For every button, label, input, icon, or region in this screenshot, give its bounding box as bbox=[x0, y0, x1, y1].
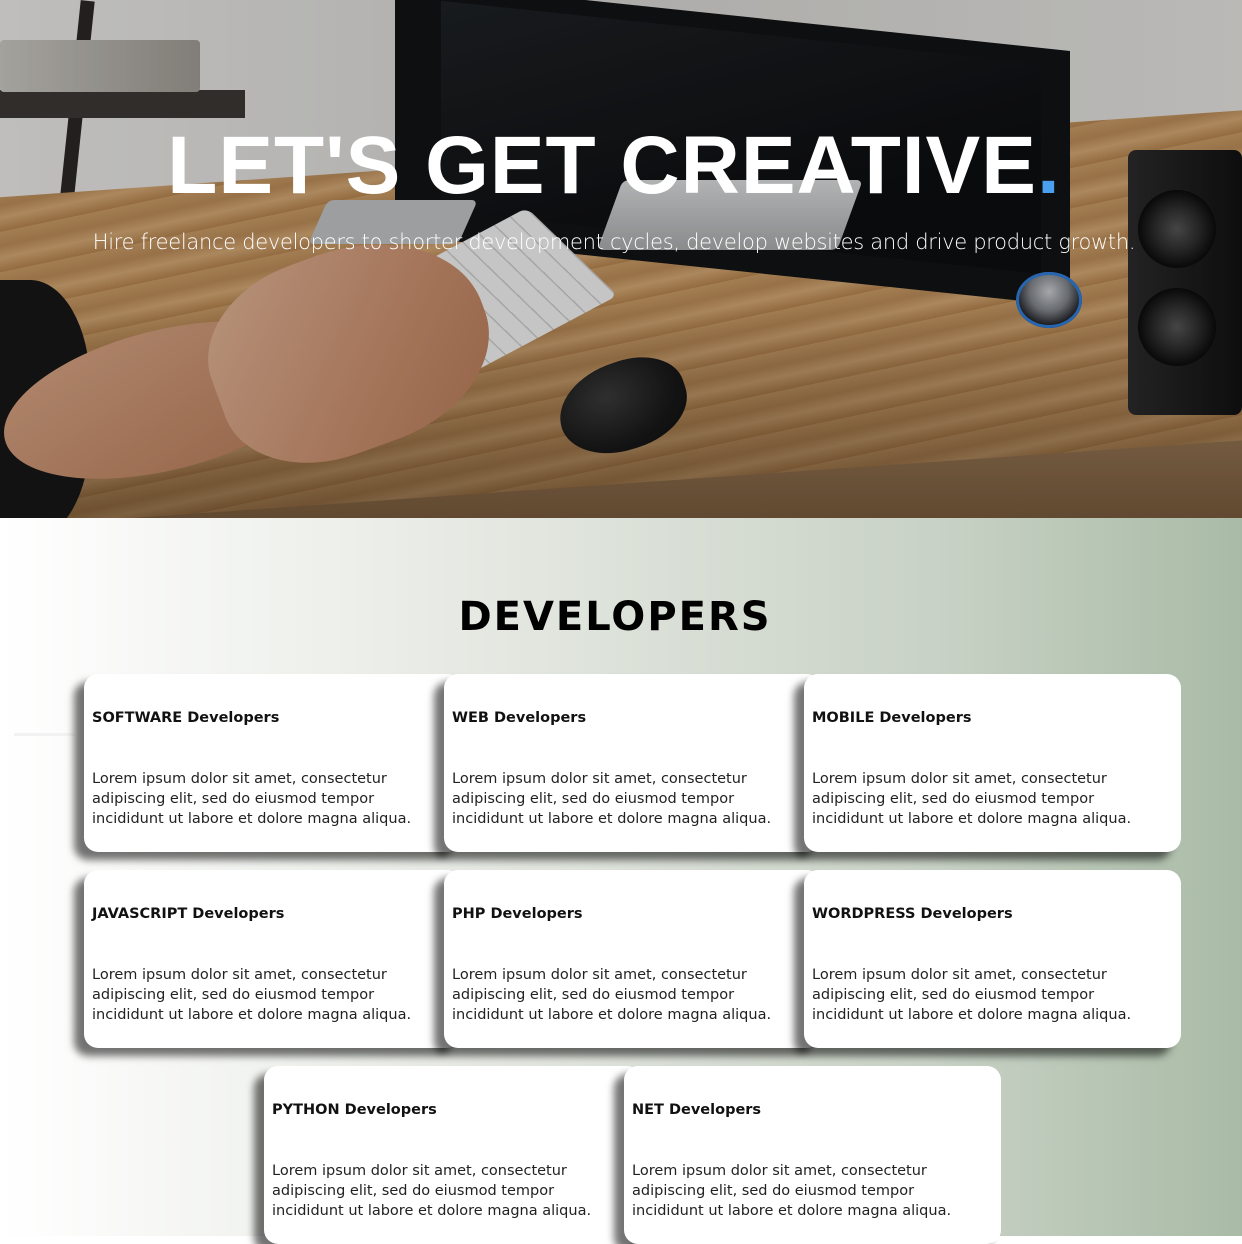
card-description: Lorem ipsum dolor sit amet, consectetur … bbox=[92, 771, 412, 827]
developer-card-php[interactable]: PHP Developers Lorem ipsum dolor sit ame… bbox=[444, 870, 821, 1048]
card-title: JAVASCRIPT Developers bbox=[92, 906, 285, 922]
developer-card-javascript[interactable]: JAVASCRIPT Developers Lorem ipsum dolor … bbox=[84, 870, 461, 1048]
card-title: PHP Developers bbox=[452, 906, 583, 922]
developer-card-mobile[interactable]: MOBILE Developers Lorem ipsum dolor sit … bbox=[804, 674, 1181, 852]
card-description: Lorem ipsum dolor sit amet, consectetur … bbox=[452, 967, 772, 1023]
card-title: PYTHON Developers bbox=[272, 1102, 437, 1118]
hero-overlay bbox=[0, 0, 1242, 518]
hero-banner: LET'S GET CREATIVE. Hire freelance devel… bbox=[0, 0, 1242, 518]
developer-card-web[interactable]: WEB Developers Lorem ipsum dolor sit ame… bbox=[444, 674, 821, 852]
card-description: Lorem ipsum dolor sit amet, consectetur … bbox=[452, 771, 772, 827]
card-title: MOBILE Developers bbox=[812, 710, 972, 726]
card-description: Lorem ipsum dolor sit amet, consectetur … bbox=[272, 1163, 592, 1219]
card-description: Lorem ipsum dolor sit amet, consectetur … bbox=[812, 771, 1132, 827]
developer-card-net[interactable]: NET Developers Lorem ipsum dolor sit ame… bbox=[624, 1066, 1001, 1244]
developer-card-software[interactable]: SOFTWARE Developers Lorem ipsum dolor si… bbox=[84, 674, 461, 852]
hero-title-dot: . bbox=[1036, 120, 1061, 211]
card-title: WORDPRESS Developers bbox=[812, 906, 1013, 922]
developers-section: DEVELOPERS SOFTWARE Developers Lorem ips… bbox=[0, 518, 1242, 1244]
developer-card-python[interactable]: PYTHON Developers Lorem ipsum dolor sit … bbox=[264, 1066, 641, 1244]
card-description: Lorem ipsum dolor sit amet, consectetur … bbox=[632, 1163, 952, 1219]
card-title: WEB Developers bbox=[452, 710, 587, 726]
hero-title-text: LET'S GET CREATIVE bbox=[167, 120, 1037, 211]
card-description: Lorem ipsum dolor sit amet, consectetur … bbox=[92, 967, 412, 1023]
hero-subtitle: Hire freelance developers to shorter dev… bbox=[92, 230, 1136, 254]
card-title: NET Developers bbox=[632, 1102, 762, 1118]
card-description: Lorem ipsum dolor sit amet, consectetur … bbox=[812, 967, 1132, 1023]
developer-card-wordpress[interactable]: WORDPRESS Developers Lorem ipsum dolor s… bbox=[804, 870, 1181, 1048]
section-heading: DEVELOPERS bbox=[458, 594, 772, 640]
divider bbox=[14, 733, 74, 736]
hero-title: LET'S GET CREATIVE. bbox=[0, 118, 1228, 214]
card-title: SOFTWARE Developers bbox=[92, 710, 280, 726]
